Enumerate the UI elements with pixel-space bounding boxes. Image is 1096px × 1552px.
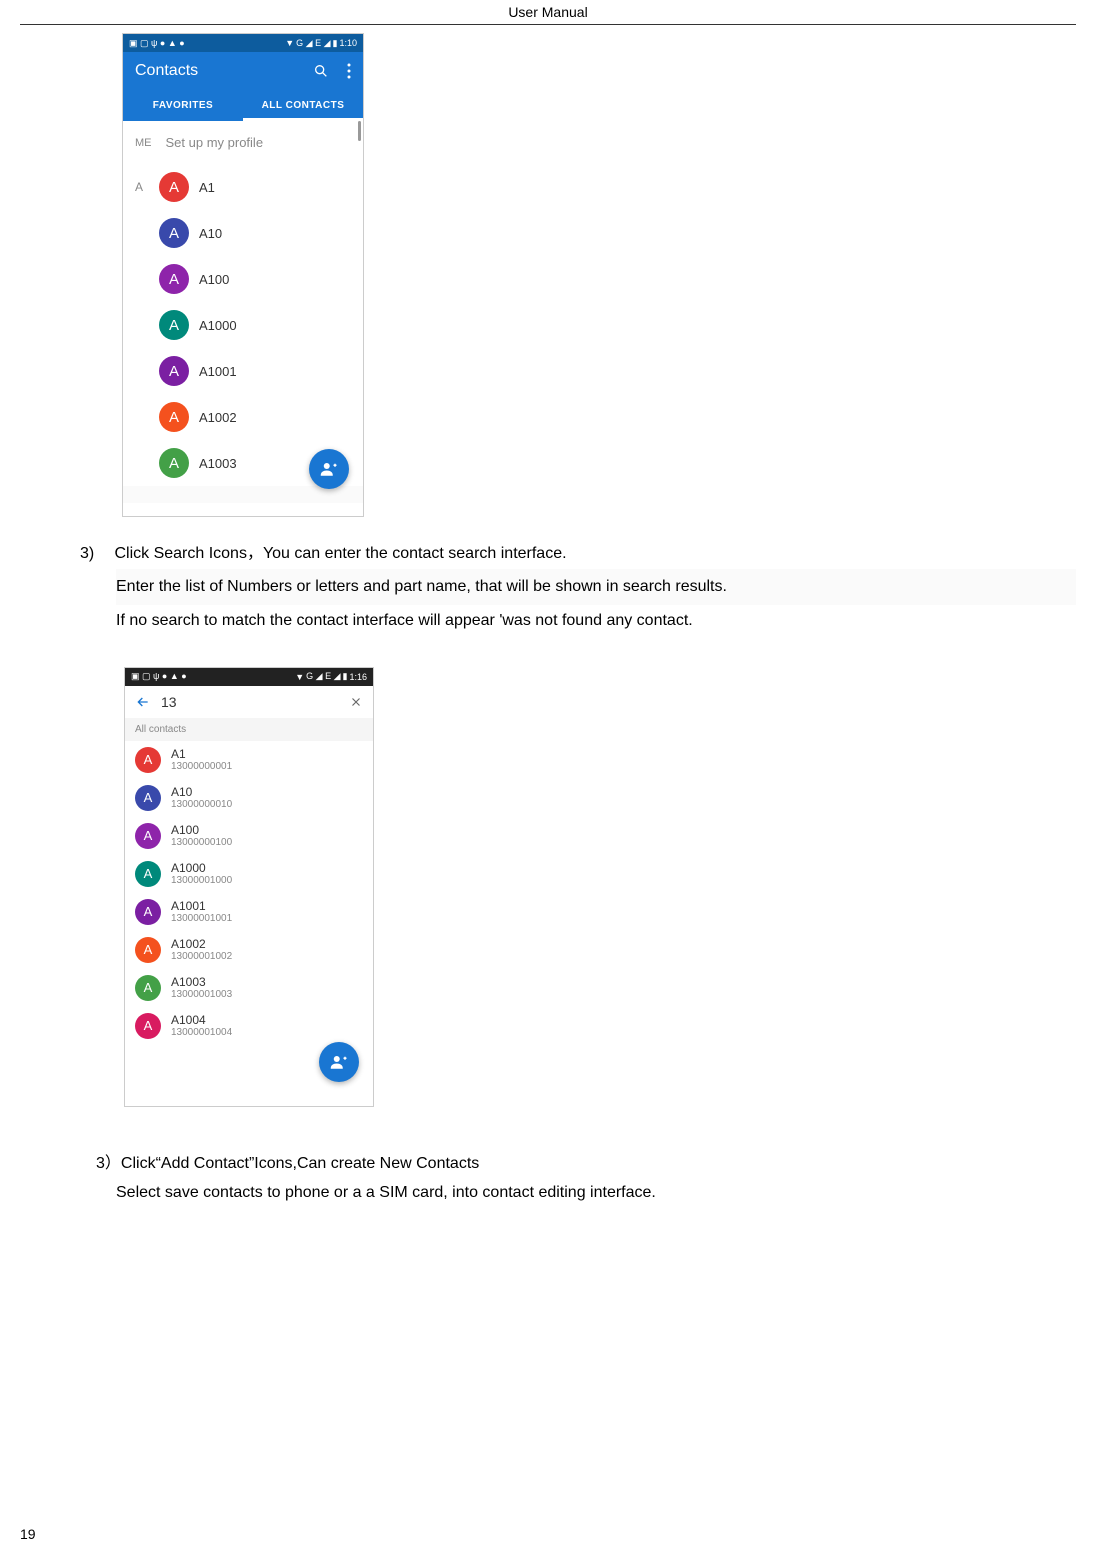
list-item[interactable]: A A10 — [123, 210, 363, 256]
app-bar: Contacts FAVORITES ALL CONTACTS — [123, 52, 363, 121]
list-item[interactable]: A A100313000001003 — [125, 969, 373, 1007]
page-header: User Manual — [20, 0, 1076, 25]
instruction-add-sub: Select save contacts to phone or a a SIM… — [116, 1179, 1076, 1208]
avatar: A — [135, 937, 161, 963]
contact-name: A1000 — [171, 861, 232, 875]
contact-name: A10 — [199, 226, 222, 241]
scroll-thumb[interactable] — [358, 121, 361, 141]
app-title: Contacts — [135, 62, 198, 80]
contact-name: A10 — [171, 785, 232, 799]
add-contact-fab[interactable] — [309, 449, 349, 489]
contact-name: A1001 — [171, 899, 232, 913]
battery-icon: ▮ — [343, 671, 348, 682]
list-item[interactable]: A A10013000000100 — [125, 817, 373, 855]
instruction-3: 3) Click Search Icons，You can enter the … — [80, 540, 1076, 569]
list-item[interactable]: A A1000 — [123, 302, 363, 348]
status-time: 1:16 — [349, 672, 367, 682]
contact-name: A100 — [199, 272, 229, 287]
avatar: A — [135, 823, 161, 849]
instruction-sub2: If no search to match the contact interf… — [116, 605, 1076, 637]
list-item[interactable]: A A100113000001001 — [125, 893, 373, 931]
contact-name: A1002 — [199, 410, 237, 425]
search-icon[interactable] — [313, 63, 329, 79]
signal-icon: G ◢ E ◢ — [306, 671, 340, 682]
avatar: A — [159, 356, 189, 386]
avatar: A — [135, 785, 161, 811]
step-text: Click Search Icons，You can enter the con… — [114, 545, 566, 562]
contact-name: A1000 — [199, 318, 237, 333]
step-number: 3) — [80, 540, 110, 569]
list-item[interactable]: AA A1 — [123, 164, 363, 210]
avatar: A — [135, 899, 161, 925]
me-label: ME — [135, 137, 152, 149]
list-item[interactable]: A A100013000001000 — [125, 855, 373, 893]
contact-name: A1 — [199, 180, 215, 195]
avatar: A — [135, 1013, 161, 1039]
status-bar: ▣ ▢ ψ ● ▲ ● ▼ G ◢ E ◢ ▮ 1:16 — [125, 668, 373, 686]
list-item[interactable]: A A1001 — [123, 348, 363, 394]
contact-number: 13000001001 — [171, 913, 232, 924]
contact-name: A1004 — [171, 1013, 232, 1027]
list-item[interactable]: A A113000000001 — [125, 741, 373, 779]
contact-number: 13000001004 — [171, 1027, 232, 1038]
list-item[interactable]: A A100413000001004 — [125, 1007, 373, 1045]
section-letter: A — [135, 180, 159, 194]
list-item-me[interactable]: ME Set up my profile — [123, 121, 363, 164]
contact-name: A1003 — [199, 456, 237, 471]
me-text: Set up my profile — [166, 135, 264, 150]
signal-icon: G ◢ E ◢ — [296, 38, 330, 49]
clear-icon[interactable] — [349, 695, 363, 709]
avatar: A — [159, 402, 189, 432]
all-contacts-label: All contacts — [125, 718, 373, 741]
contact-number: 13000000010 — [171, 799, 232, 810]
notification-icon: ▣ ▢ ψ ● ▲ ● — [129, 38, 185, 49]
contact-number: 13000000100 — [171, 837, 232, 848]
more-icon[interactable] — [347, 63, 351, 79]
tab-favorites[interactable]: FAVORITES — [123, 90, 243, 121]
screenshot-contacts: ▣ ▢ ψ ● ▲ ● ▼ G ◢ E ◢ ▮ 1:10 Contacts — [122, 33, 364, 517]
screenshot-search: ▣ ▢ ψ ● ▲ ● ▼ G ◢ E ◢ ▮ 1:16 13 All cont… — [124, 667, 374, 1107]
contact-number: 13000001003 — [171, 989, 232, 1000]
avatar: A — [159, 172, 189, 202]
contact-number: 13000000001 — [171, 761, 232, 772]
avatar: A — [135, 747, 161, 773]
search-bar: 13 — [125, 686, 373, 718]
contact-name: A1 — [171, 747, 232, 761]
add-contact-fab[interactable] — [319, 1042, 359, 1082]
wifi-icon: ▼ — [285, 38, 294, 48]
notification-icon: ▣ ▢ ψ ● ▲ ● — [131, 671, 187, 682]
contact-name: A1001 — [199, 364, 237, 379]
list-item[interactable]: A A1002 — [123, 394, 363, 440]
wifi-icon: ▼ — [295, 672, 304, 682]
list-item[interactable]: A A1013000000010 — [125, 779, 373, 817]
avatar: A — [159, 218, 189, 248]
contact-list: ME Set up my profile AAA1AA10AA100AA1000… — [123, 121, 363, 503]
contact-name: A100 — [171, 823, 232, 837]
avatar: A — [159, 448, 189, 478]
search-results: AA113000000001AA1013000000010AA100130000… — [125, 741, 373, 1045]
page-number: 19 — [20, 1526, 36, 1542]
instruction-add: 3）Click“Add Contact”Icons,Can create New… — [96, 1150, 1076, 1179]
tab-all-contacts[interactable]: ALL CONTACTS — [243, 90, 363, 121]
search-input[interactable]: 13 — [161, 694, 339, 710]
avatar: A — [159, 310, 189, 340]
status-time: 1:10 — [339, 38, 357, 48]
contact-name: A1002 — [171, 937, 232, 951]
contact-name: A1003 — [171, 975, 232, 989]
back-icon[interactable] — [135, 694, 151, 710]
status-bar: ▣ ▢ ψ ● ▲ ● ▼ G ◢ E ◢ ▮ 1:10 — [123, 34, 363, 52]
avatar: A — [159, 264, 189, 294]
avatar: A — [135, 861, 161, 887]
list-item[interactable]: A A100213000001002 — [125, 931, 373, 969]
instruction-sub1: Enter the list of Numbers or letters and… — [116, 569, 1076, 605]
list-item[interactable]: A A100 — [123, 256, 363, 302]
contact-number: 13000001000 — [171, 875, 232, 886]
battery-icon: ▮ — [333, 38, 338, 49]
contact-number: 13000001002 — [171, 951, 232, 962]
avatar: A — [135, 975, 161, 1001]
